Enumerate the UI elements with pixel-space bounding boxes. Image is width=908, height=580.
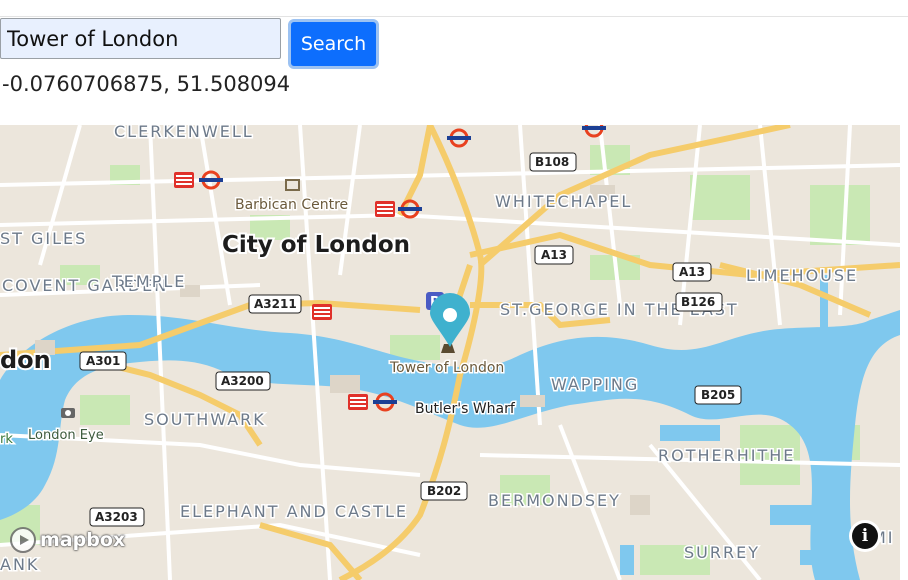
label-city-of-london: City of London <box>222 232 410 258</box>
label-elephant: ELEPHANT AND CASTLE <box>180 502 408 521</box>
road-shield: A3211 <box>248 294 302 314</box>
label-ank: ANK <box>0 555 39 574</box>
road-shield: A301 <box>79 351 127 371</box>
search-input[interactable] <box>0 18 281 59</box>
label-surrey: SURREY <box>684 543 760 562</box>
label-clerkenwell: CLERKENWELL <box>114 125 254 141</box>
svg-text:A3203: A3203 <box>95 510 138 524</box>
label-limehouse: LIMEHOUSE <box>746 266 858 285</box>
label-london-eye: London Eye <box>28 428 104 443</box>
mapbox-logo[interactable]: mapbox <box>10 527 125 553</box>
label-tower-of-london: Tower of London <box>389 360 504 376</box>
road-shield: A13 <box>534 245 574 265</box>
top-divider <box>0 16 908 17</box>
label-st-giles: ST GILES <box>0 229 87 248</box>
label-rotherhithe: ROTHERHITHE <box>658 446 795 465</box>
svg-text:A13: A13 <box>679 265 705 279</box>
label-southwark: SOUTHWARK <box>144 410 266 429</box>
svg-text:A3200: A3200 <box>221 374 264 388</box>
info-icon[interactable]: i <box>852 523 878 549</box>
road-shield: A3200 <box>215 371 271 391</box>
svg-text:B126: B126 <box>681 295 715 309</box>
svg-text:A13: A13 <box>541 248 567 262</box>
label-temple: TEMPLE <box>111 272 186 291</box>
road-shield: B202 <box>420 481 468 501</box>
svg-text:B202: B202 <box>427 484 461 498</box>
label-butlers-wharf: Butler's Wharf <box>415 401 516 417</box>
map-canvas: CLERKENWELL WHITECHAPEL ST GILES COVENT … <box>0 125 900 580</box>
map-view[interactable]: CLERKENWELL WHITECHAPEL ST GILES COVENT … <box>0 125 900 580</box>
mapbox-wordmark: mapbox <box>40 529 126 551</box>
label-bermondsey: BERMONDSEY <box>488 491 621 510</box>
road-shield: B108 <box>529 152 577 172</box>
road-shield: B126 <box>675 292 723 312</box>
search-button[interactable]: Search <box>288 19 379 69</box>
svg-text:B205: B205 <box>701 388 735 402</box>
label-london-partial: don <box>0 346 51 374</box>
label-whitechapel: WHITECHAPEL <box>495 192 632 211</box>
coordinates-readout: -0.0760706875, 51.508094 <box>2 72 291 96</box>
road-shield: A13 <box>672 262 712 282</box>
label-park-partial: rk <box>0 432 13 447</box>
label-barbican: Barbican Centre <box>235 197 348 213</box>
label-wapping: WAPPING <box>551 375 639 394</box>
svg-text:A301: A301 <box>86 354 120 368</box>
svg-text:A3211: A3211 <box>254 297 297 311</box>
mapbox-mark-icon <box>10 527 36 553</box>
road-shield: B205 <box>694 385 742 405</box>
svg-text:B108: B108 <box>535 155 569 169</box>
road-shield: A3203 <box>89 507 145 527</box>
